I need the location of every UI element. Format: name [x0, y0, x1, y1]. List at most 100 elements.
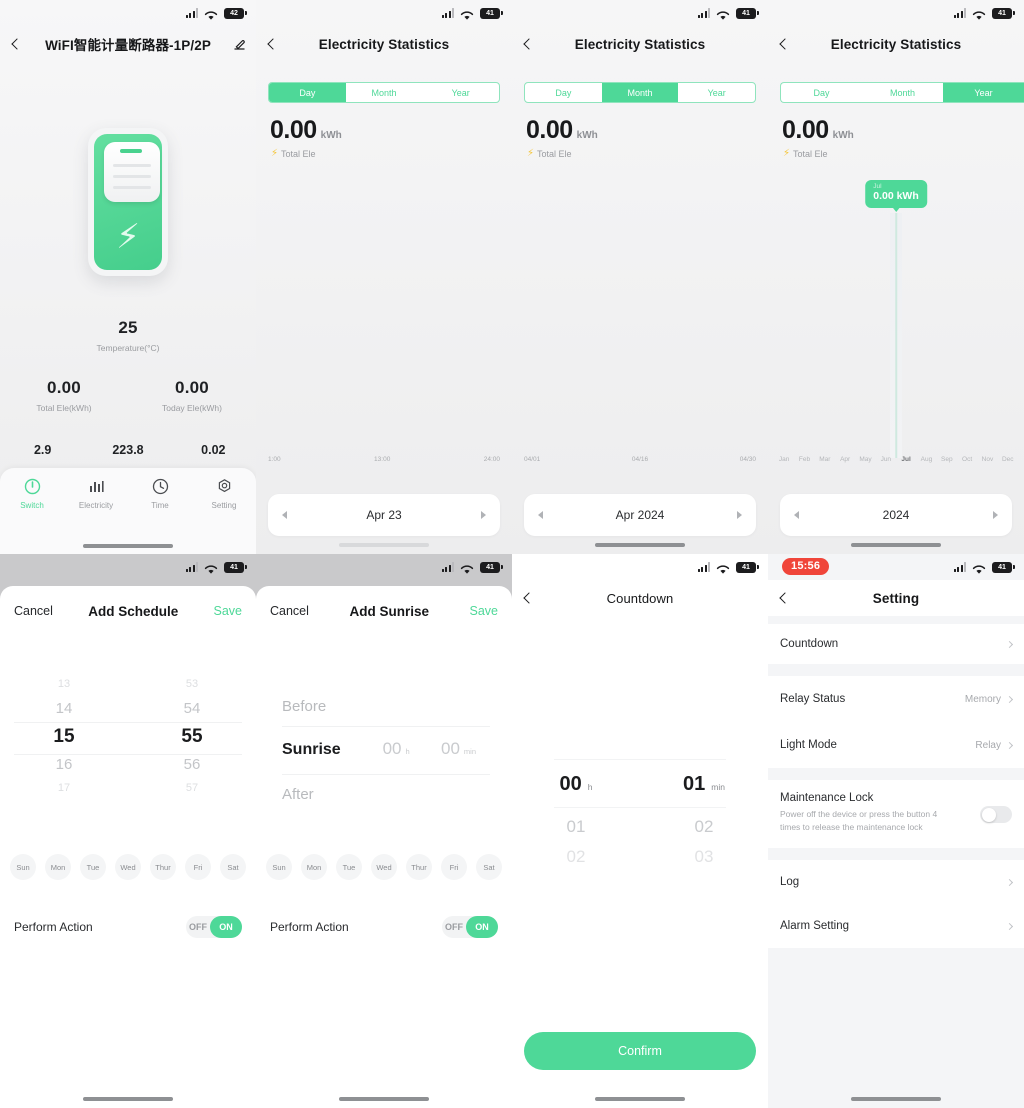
countdown-minute-value: 01 [683, 773, 706, 795]
action-toggle[interactable]: OFF ON [442, 916, 498, 938]
cancel-button[interactable]: Cancel [14, 604, 53, 618]
segment-day[interactable]: Day [781, 83, 862, 102]
option-before[interactable]: Before [282, 698, 490, 715]
minute-option[interactable]: 57 [128, 782, 256, 794]
confirm-button[interactable]: Confirm [524, 1032, 756, 1070]
day-chip-wed[interactable]: Wed [371, 854, 397, 880]
setting-row-alarm-setting[interactable]: Alarm Setting [768, 904, 1024, 948]
maintenance-lock-row[interactable]: Maintenance Lock Power off the device or… [768, 780, 1024, 834]
toggle-on-label[interactable]: ON [210, 916, 242, 938]
back-button[interactable] [768, 592, 802, 604]
hour-wheel[interactable]: 13 14 15 16 17 [0, 676, 128, 816]
countdown-minute-next2[interactable]: 03 [640, 847, 768, 867]
option-sunrise-selected[interactable]: Sunrise 00 h 00 min [282, 739, 490, 759]
setting-row-log[interactable]: Log [768, 860, 1024, 904]
countdown-hour-next[interactable]: 01 [512, 817, 640, 837]
countdown-minute-next[interactable]: 02 [640, 817, 768, 837]
tab-switch[interactable]: Switch [0, 478, 64, 554]
segment-month[interactable]: Month [601, 83, 679, 102]
power-icon [24, 478, 40, 495]
day-chip-mon[interactable]: Mon [301, 854, 327, 880]
hour-option[interactable]: 17 [0, 782, 128, 794]
day-chip-sat[interactable]: Sat [220, 854, 246, 880]
cancel-button[interactable]: Cancel [270, 604, 309, 618]
countdown-selected-row[interactable]: 00 h 01 min [512, 773, 768, 796]
day-chip-mon[interactable]: Mon [45, 854, 71, 880]
setting-row-relay-status[interactable]: Relay Status Memory [768, 676, 1024, 722]
back-button[interactable] [512, 38, 546, 50]
toggle-off-label[interactable]: OFF [442, 922, 466, 932]
countdown-hour-selected[interactable]: 00 h [512, 773, 640, 796]
tab-electricity[interactable]: Electricity [64, 478, 128, 554]
signal-icon [697, 562, 710, 572]
minute-option[interactable]: 53 [128, 678, 256, 690]
minute-selected[interactable]: 55 [128, 726, 256, 748]
next-arrow-icon[interactable] [481, 511, 486, 519]
day-chip-wed[interactable]: Wed [115, 854, 141, 880]
back-button[interactable] [512, 592, 546, 604]
day-chip-sun[interactable]: Sun [266, 854, 292, 880]
minute-option[interactable]: 54 [128, 700, 256, 717]
action-toggle[interactable]: OFF ON [186, 916, 242, 938]
sunrise-picker[interactable]: Before Sunrise 00 h 00 min After [256, 694, 512, 824]
tab-time[interactable]: Time [128, 478, 192, 554]
minute-option[interactable]: 56 [128, 756, 256, 773]
countdown-picker[interactable]: 00 h 01 min 01 02 02 03 [512, 759, 768, 889]
chevron-left-icon [779, 592, 791, 604]
hour-selected[interactable]: 15 [0, 726, 128, 748]
axis-tick-jan: Jan [778, 456, 790, 463]
next-arrow-icon[interactable] [737, 511, 742, 519]
minute-wheel[interactable]: 53 54 55 56 57 [128, 676, 256, 816]
sunrise-hour-value[interactable]: 00 [365, 739, 402, 759]
countdown-hour-next2[interactable]: 02 [512, 847, 640, 867]
hour-option[interactable]: 13 [0, 678, 128, 690]
wifi-icon [716, 8, 730, 20]
segment-year[interactable]: Year [678, 83, 755, 102]
countdown-next2-row[interactable]: 02 03 [512, 847, 768, 867]
day-chip-tue[interactable]: Tue [80, 854, 106, 880]
sunrise-minute-value[interactable]: 00 [424, 739, 460, 759]
next-arrow-icon[interactable] [993, 511, 998, 519]
option-after[interactable]: After [282, 786, 490, 803]
tab-setting[interactable]: Setting [192, 478, 256, 554]
toggle-off-label[interactable]: OFF [186, 922, 210, 932]
day-chip-sun[interactable]: Sun [10, 854, 36, 880]
toggle-on-label[interactable]: ON [466, 916, 498, 938]
total-value-block: 0.00 kWh [526, 116, 598, 145]
day-chip-fri[interactable]: Fri [441, 854, 467, 880]
back-button[interactable] [768, 38, 802, 50]
gear-icon [218, 479, 230, 493]
perform-action-label: Perform Action [14, 920, 93, 934]
axis-tick-oct: Oct [962, 456, 973, 463]
setting-value-relay-status: Memory [964, 693, 1001, 705]
hour-option[interactable]: 16 [0, 756, 128, 773]
day-chip-thur[interactable]: Thur [406, 854, 432, 880]
total-value: 0.00 [782, 116, 829, 144]
setting-row-light-mode[interactable]: Light Mode Relay [768, 722, 1024, 768]
save-button[interactable]: Save [214, 604, 243, 618]
back-button[interactable] [256, 38, 290, 50]
segment-year[interactable]: Year [943, 83, 1024, 102]
day-chip-thur[interactable]: Thur [150, 854, 176, 880]
day-chip-tue[interactable]: Tue [336, 854, 362, 880]
countdown-minute-selected[interactable]: 01 min [640, 773, 768, 796]
segment-year[interactable]: Year [422, 83, 499, 102]
setting-row-countdown[interactable]: Countdown [768, 624, 1024, 664]
segment-month[interactable]: Month [862, 83, 943, 102]
segment-day[interactable]: Day [269, 83, 346, 102]
day-chip-sat[interactable]: Sat [476, 854, 502, 880]
schedule-sheet: Cancel Add Schedule Save 13 14 15 16 17 … [0, 586, 256, 1108]
edit-button[interactable] [222, 38, 256, 51]
back-button[interactable] [0, 38, 34, 50]
hour-option[interactable]: 14 [0, 700, 128, 717]
time-picker[interactable]: 13 14 15 16 17 53 54 55 56 57 [0, 676, 256, 816]
countdown-next-row[interactable]: 01 02 [512, 817, 768, 837]
segment-month[interactable]: Month [346, 83, 423, 102]
segment-day[interactable]: Day [525, 83, 602, 102]
axis-tick-may: May [859, 456, 872, 463]
day-chip-fri[interactable]: Fri [185, 854, 211, 880]
save-button[interactable]: Save [470, 604, 499, 618]
axis-tick: 1:00 [268, 456, 281, 463]
maintenance-lock-toggle[interactable] [980, 806, 1012, 823]
tab-time-label: Time [151, 501, 169, 510]
